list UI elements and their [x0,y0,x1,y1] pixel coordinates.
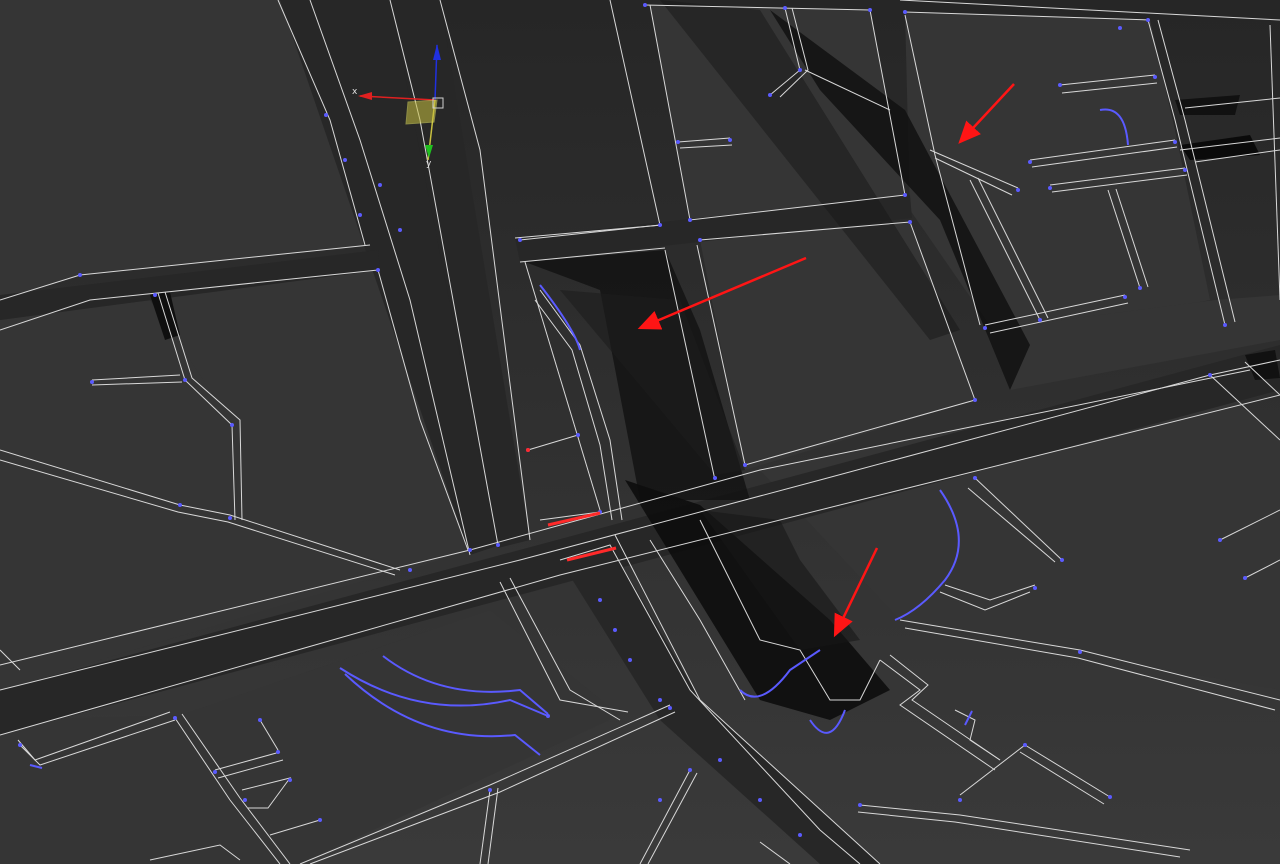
viewport-canvas[interactable]: x y [0,0,1280,864]
3d-viewport[interactable]: x y [0,0,1280,864]
xy-plane-handle[interactable] [405,99,438,125]
gizmo-x-label: x [352,87,358,97]
gizmo-y-label: y [426,159,432,169]
